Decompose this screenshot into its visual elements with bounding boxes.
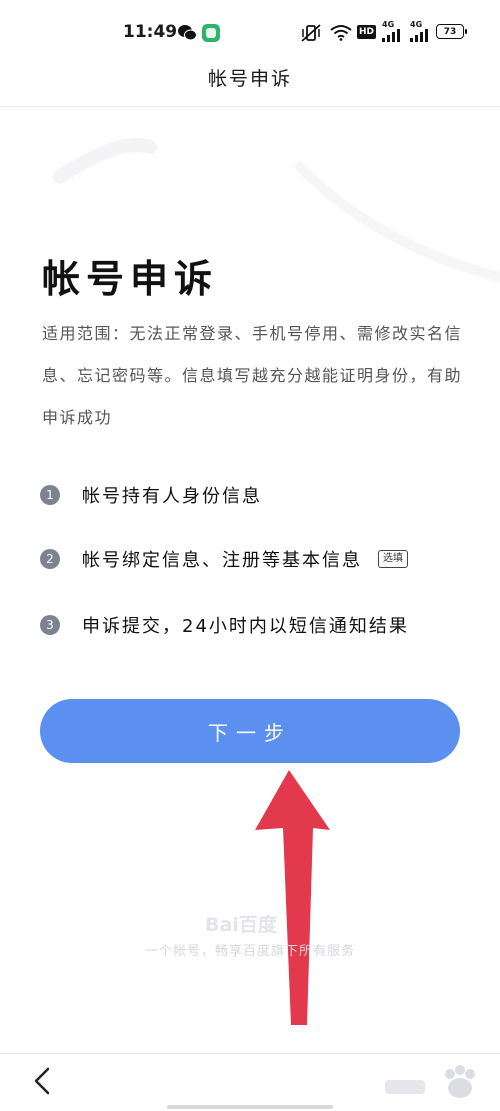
wifi-icon [330,25,352,41]
vibrate-icon [301,24,321,42]
network-4g-label-1: 4G [382,20,395,29]
footer-note: 一个帐号，畅享百度旗下所有服务 [144,944,355,959]
next-step-button[interactable]: 下一步 [40,699,460,763]
back-arrow-icon[interactable] [30,1066,54,1096]
step-item: 1 帐号持有人身份信息 [40,480,262,510]
status-bar: 11:49 HD 4G 4G 73 [0,0,500,62]
step-label: 帐号持有人身份信息 [82,486,262,507]
step-label: 申诉提交，24小时内以短信通知结果 [82,616,409,637]
battery-icon: 73 [436,24,464,39]
status-time: 11:49 [123,22,178,42]
wechat-icon [178,25,197,41]
network-4g-label-2: 4G [410,20,423,29]
baidu-logo: Bai百度 [205,914,277,936]
watermark-logo-icon [385,1065,475,1098]
page-header-title: 帐号申诉 [207,68,292,90]
nav-divider [0,1053,500,1054]
page-title: 帐号申诉 [42,257,219,301]
home-indicator [167,1105,333,1109]
step-number-badge: 2 [40,549,60,569]
signal-icon [382,29,400,42]
step-label: 帐号绑定信息、注册等基本信息 [82,550,362,571]
step-number-badge: 3 [40,615,60,635]
app-icon [202,24,220,42]
step-item: 2 帐号绑定信息、注册等基本信息 选填 [40,544,408,574]
hd-badge: HD [357,25,377,39]
step-number-badge: 1 [40,485,60,505]
battery-level: 73 [443,26,457,37]
step-item: 3 申诉提交，24小时内以短信通知结果 [40,610,409,640]
signal-icon-2 [410,29,428,42]
annotation-arrow [255,770,330,1025]
battery-cap [465,29,467,34]
optional-tag: 选填 [378,550,408,568]
scope-description: 适用范围：无法正常登录、手机号停用、需修改实名信息、忘记密码等。信息填写越充分越… [42,324,463,427]
